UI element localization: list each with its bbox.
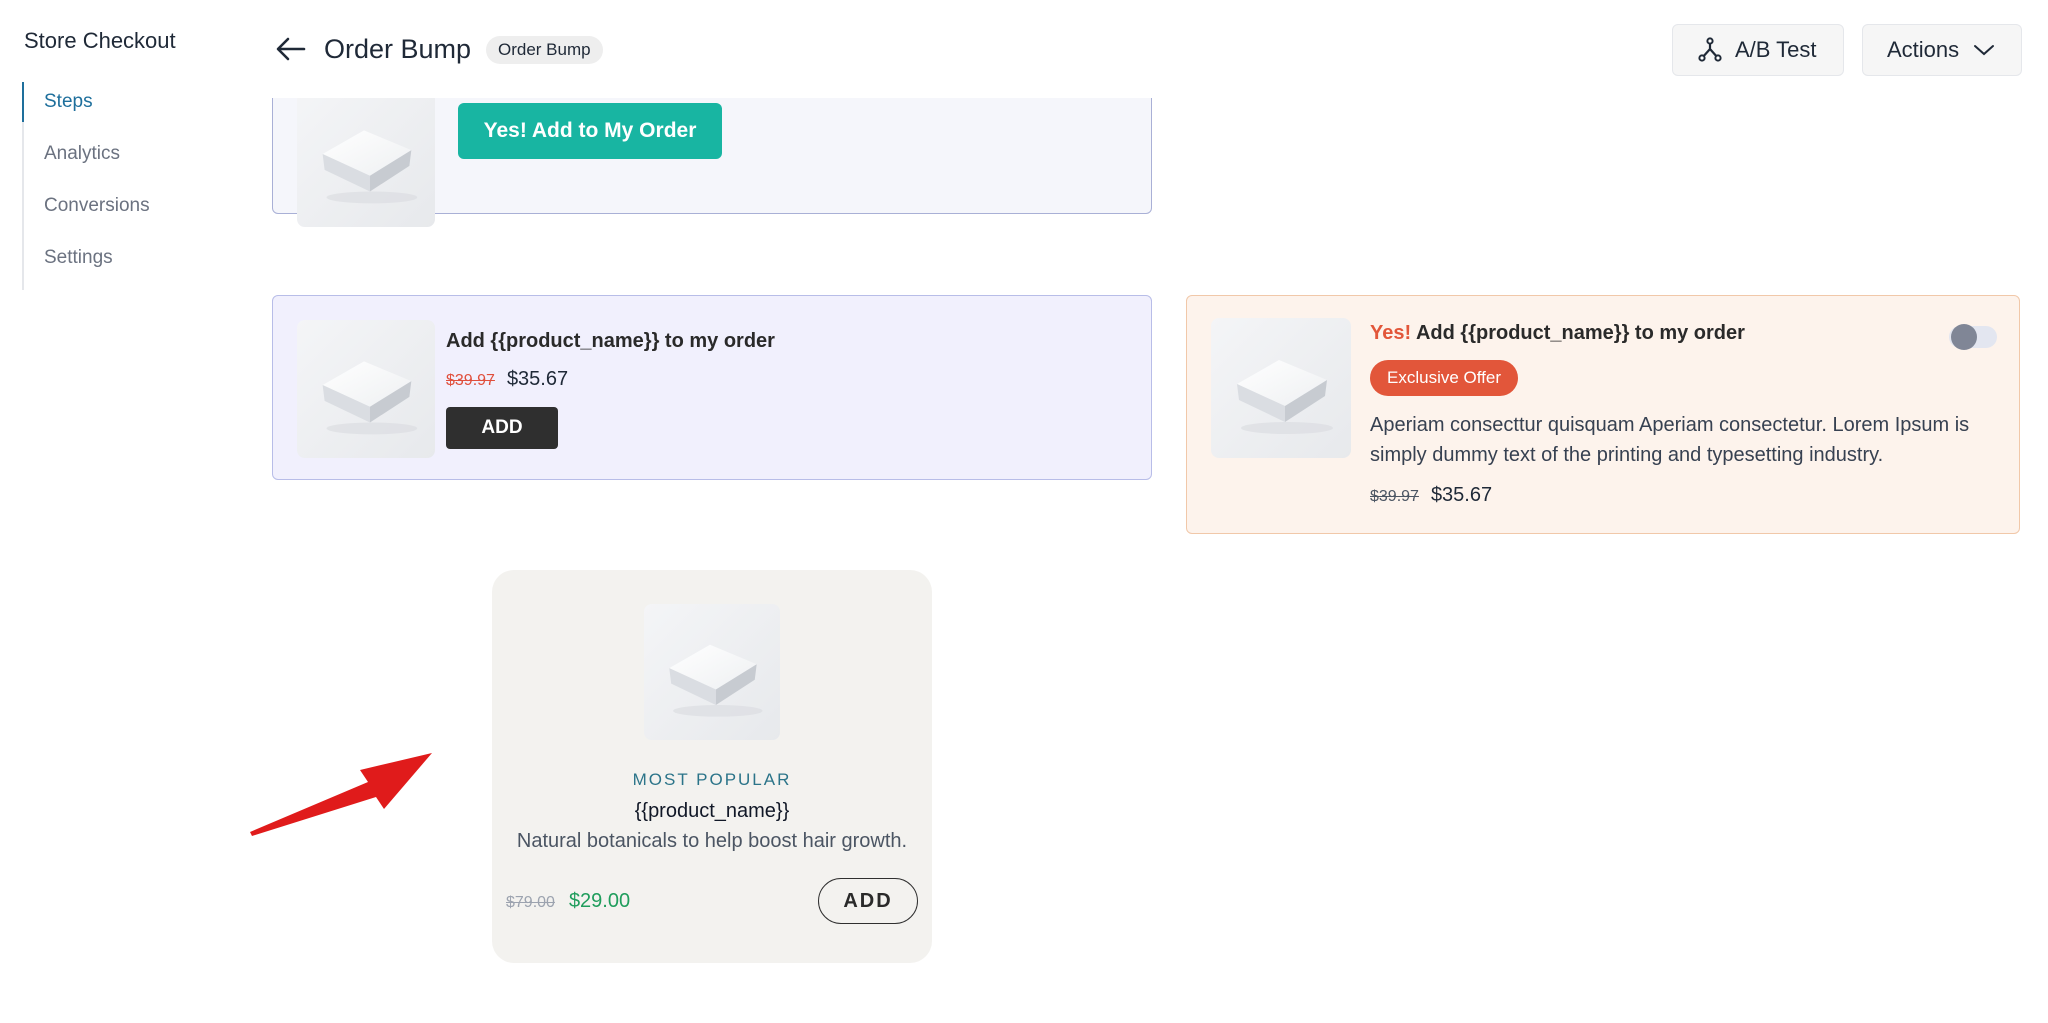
enable-toggle[interactable] [1949,324,1997,350]
original-price: $39.97 [1370,488,1419,505]
sidebar-item-conversions[interactable]: Conversions [24,186,224,238]
original-price: $39.97 [446,372,495,389]
sidebar-item-settings[interactable]: Settings [24,238,224,290]
back-arrow-icon[interactable] [274,32,308,66]
split-icon [1698,37,1722,62]
order-bump-card-3: Yes! Add {{product_name}} to my order Ex… [1186,295,2020,534]
card-title: Yes! Add {{product_name}} to my order [1370,322,1745,345]
product-image [297,89,435,227]
sale-price: $35.67 [506,368,569,390]
product-description: Natural botanicals to help boost hair gr… [516,830,908,852]
product-image [297,320,435,458]
ab-test-button[interactable]: A/B Test [1672,24,1844,76]
chevron-down-icon [1974,45,1995,56]
sidebar-title: Store Checkout [24,28,176,53]
sale-price: $29.00 [568,890,631,912]
ab-test-label: A/B Test [1735,37,1817,62]
card-title-text: Add {{product_name}} to my order [1415,322,1745,344]
add-button[interactable]: ADD [446,407,558,449]
order-bump-card-2: Add {{product_name}} to my order $39.97 … [272,295,1152,480]
page-title: Order Bump [324,34,472,64]
add-button[interactable]: ADD [818,878,918,924]
yes-add-to-order-button[interactable]: Yes! Add to My Order [458,103,722,159]
exclusive-offer-badge: Exclusive Offer [1370,360,1519,396]
step-type-badge: Order Bump [486,36,603,64]
order-bump-card-4: MOST POPULAR {{product_name}} Natural bo… [492,570,932,963]
sidebar-nav: Steps Analytics Conversions Settings [22,82,224,290]
toggle-knob [1951,324,1977,350]
price-row: $39.97 $35.67 [1370,484,1492,507]
page-header: Order Bump Order Bump A/B Test Actions [250,0,2048,98]
most-popular-label: MOST POPULAR [632,770,792,789]
product-image [644,604,780,740]
sidebar: Store Checkout Steps Analytics Conversio… [0,0,250,1023]
price-row: $39.97 $35.67 [446,368,568,391]
price-row: $79.00 $29.00 [506,890,630,913]
card-title: Add {{product_name}} to my order [446,330,775,352]
product-name: {{product_name}} [634,800,790,822]
original-price: $79.00 [506,894,555,911]
yes-highlight: Yes! [1370,322,1412,344]
product-image [1211,318,1351,458]
card-description: Aperiam consecttur quisquam Aperiam cons… [1370,414,1970,466]
sale-price: $35.67 [1430,484,1493,506]
annotation-arrow-icon [250,753,432,836]
sidebar-item-analytics[interactable]: Analytics [24,134,224,186]
sidebar-item-steps[interactable]: Steps [22,82,224,134]
actions-dropdown-button[interactable]: Actions [1862,24,2022,76]
actions-label: Actions [1887,37,1960,62]
